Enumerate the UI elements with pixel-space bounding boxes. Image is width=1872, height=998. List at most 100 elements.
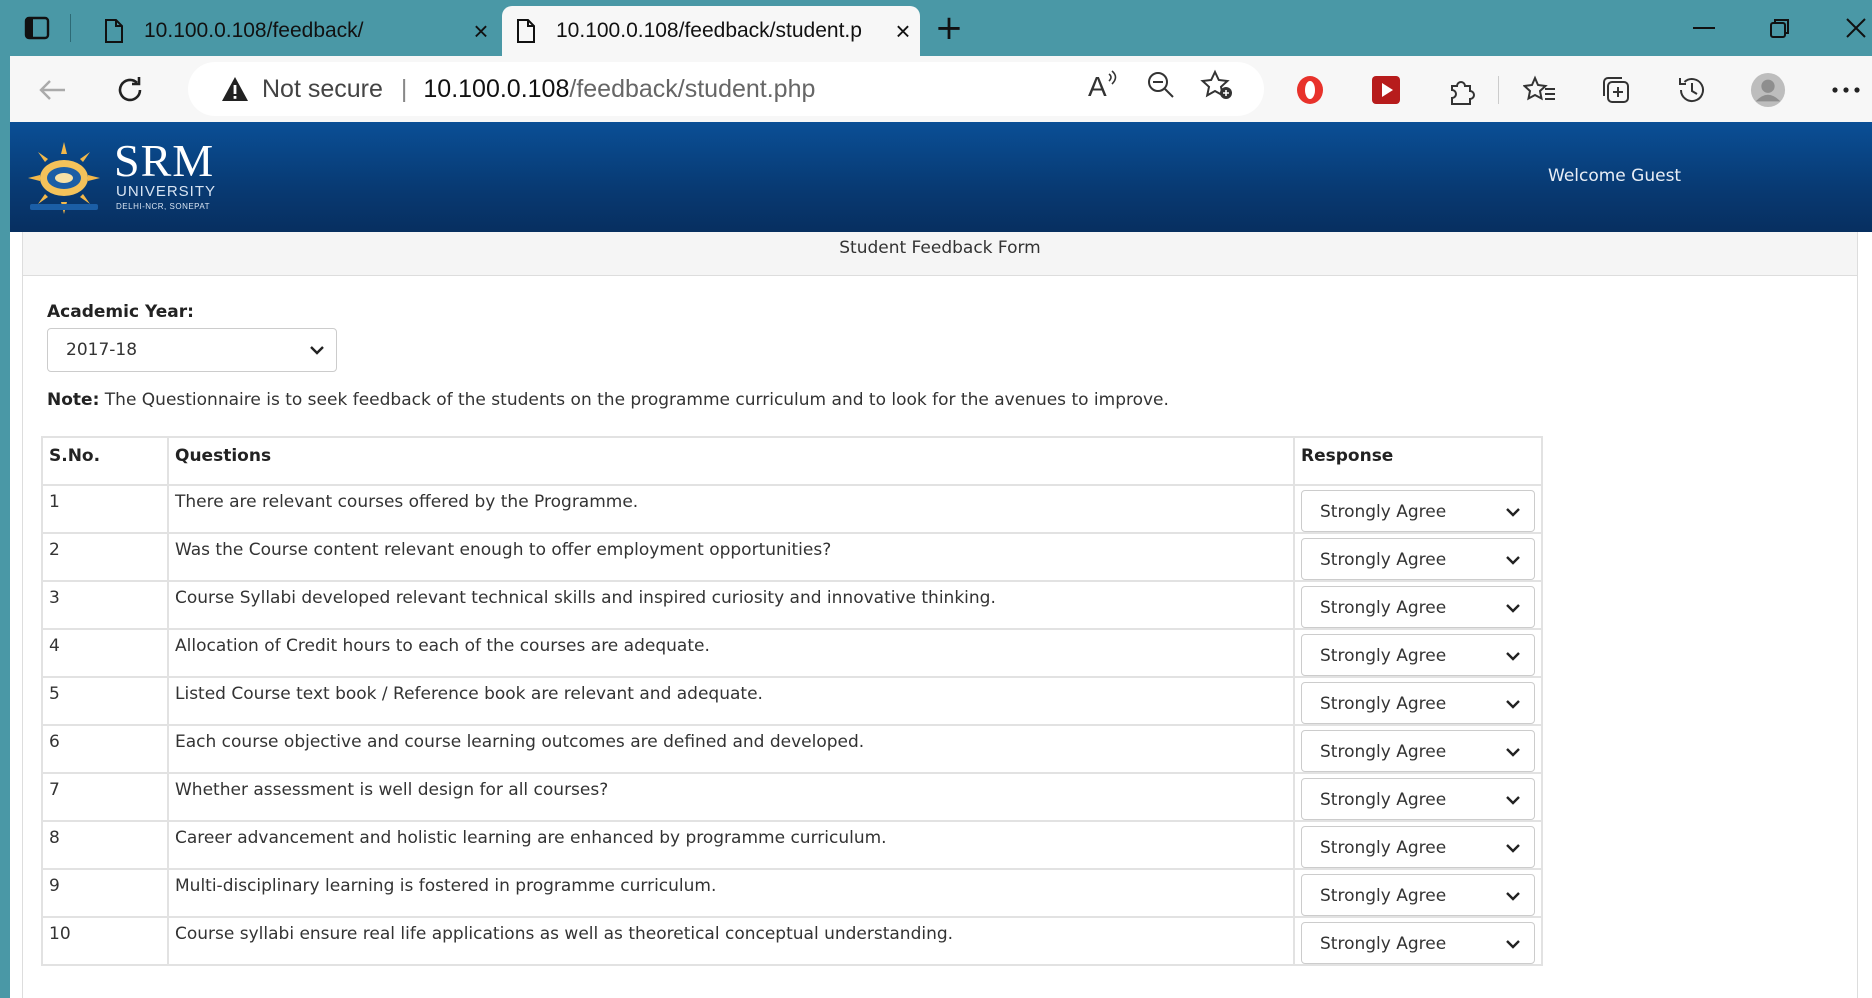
svg-text:A: A bbox=[1088, 71, 1107, 100]
row-sno: 10 bbox=[41, 916, 169, 966]
url-host: 10.100.0.108 bbox=[423, 74, 570, 103]
academic-year-label: Academic Year: bbox=[47, 302, 194, 322]
questions-table: S.No. Questions Response 1 There are rele… bbox=[41, 436, 1543, 966]
column-header-question: Questions bbox=[167, 436, 1295, 486]
note-label: Note: bbox=[47, 390, 100, 410]
window-frame bbox=[0, 0, 10, 998]
response-select[interactable]: Strongly Agree bbox=[1301, 586, 1535, 628]
profile-icon[interactable] bbox=[1750, 72, 1786, 108]
close-tab-icon[interactable]: × bbox=[464, 16, 498, 47]
response-value: Strongly Agree bbox=[1320, 550, 1447, 570]
response-select[interactable]: Strongly Agree bbox=[1301, 634, 1535, 676]
zoom-out-icon[interactable] bbox=[1144, 68, 1178, 102]
sun-emblem-icon bbox=[28, 142, 100, 214]
browser-tab-strip: 10.100.0.108/feedback/ × 10.100.0.108/fe… bbox=[0, 0, 1872, 56]
row-response-cell: Strongly Agree bbox=[1293, 868, 1543, 918]
response-select[interactable]: Strongly Agree bbox=[1301, 538, 1535, 580]
tab-student-feedback[interactable]: 10.100.0.108/feedback/student.p × bbox=[502, 6, 920, 56]
row-question: Career advancement and holistic learning… bbox=[167, 820, 1295, 870]
note-text: Note: The Questionnaire is to seek feedb… bbox=[47, 390, 1169, 410]
chevron-down-icon bbox=[1506, 556, 1520, 565]
close-window-icon[interactable] bbox=[1836, 10, 1872, 46]
row-response-cell: Strongly Agree bbox=[1293, 580, 1543, 630]
table-header-row: S.No. Questions Response bbox=[41, 436, 1543, 486]
column-header-sno: S.No. bbox=[41, 436, 169, 486]
row-question: There are relevant courses offered by th… bbox=[167, 484, 1295, 534]
plus-icon[interactable]: + bbox=[932, 8, 966, 48]
history-icon[interactable] bbox=[1674, 72, 1710, 108]
table-row: 8 Career advancement and holistic learnin… bbox=[41, 820, 1543, 870]
response-value: Strongly Agree bbox=[1320, 646, 1447, 666]
table-row: 5 Listed Course text book / Reference boo… bbox=[41, 676, 1543, 726]
row-question: Multi-disciplinary learning is fostered … bbox=[167, 868, 1295, 918]
academic-year-select[interactable]: 2017-18 bbox=[47, 328, 337, 372]
response-value: Strongly Agree bbox=[1320, 598, 1447, 618]
collections-icon[interactable] bbox=[1598, 72, 1634, 108]
response-select[interactable]: Strongly Agree bbox=[1301, 682, 1535, 724]
tab-feedback[interactable]: 10.100.0.108/feedback/ × bbox=[90, 6, 498, 56]
row-sno: 3 bbox=[41, 580, 169, 630]
column-header-response: Response bbox=[1293, 436, 1543, 486]
row-question: Was the Course content relevant enough t… bbox=[167, 532, 1295, 582]
row-sno: 7 bbox=[41, 772, 169, 822]
logo-name: SRM bbox=[114, 135, 215, 186]
response-select[interactable]: Strongly Agree bbox=[1301, 874, 1535, 916]
row-response-cell: Strongly Agree bbox=[1293, 772, 1543, 822]
row-response-cell: Strongly Agree bbox=[1293, 628, 1543, 678]
extensions-icon[interactable] bbox=[1444, 72, 1480, 108]
address-toolbar: Not secure | 10.100.0.108/feedback/stude… bbox=[10, 56, 1872, 122]
table-row: 2 Was the Course content relevant enough … bbox=[41, 532, 1543, 582]
row-sno: 4 bbox=[41, 628, 169, 678]
table-row: 4 Allocation of Credit hours to each of t… bbox=[41, 628, 1543, 678]
welcome-text: Welcome Guest bbox=[1548, 166, 1682, 186]
add-favorite-icon[interactable] bbox=[1200, 68, 1234, 102]
srm-logo[interactable]: SRM UNIVERSITY DELHI-NCR, SONEPAT bbox=[24, 135, 244, 216]
back-arrow-icon[interactable] bbox=[32, 70, 72, 110]
row-response-cell: Strongly Agree bbox=[1293, 916, 1543, 966]
refresh-icon[interactable] bbox=[110, 70, 150, 110]
row-question: Listed Course text book / Reference book… bbox=[167, 676, 1295, 726]
response-select[interactable]: Strongly Agree bbox=[1301, 490, 1535, 532]
favorites-icon[interactable] bbox=[1522, 72, 1558, 108]
response-select[interactable]: Strongly Agree bbox=[1301, 778, 1535, 820]
url-path: /feedback/student.php bbox=[569, 74, 816, 103]
response-select[interactable]: Strongly Agree bbox=[1301, 730, 1535, 772]
chevron-down-icon bbox=[1506, 940, 1520, 949]
tab-title: 10.100.0.108/feedback/ bbox=[144, 19, 364, 42]
table-row: 7 Whether assessment is well design for a… bbox=[41, 772, 1543, 822]
restore-icon[interactable] bbox=[1760, 10, 1800, 46]
youtube-icon[interactable] bbox=[1368, 72, 1404, 108]
response-select[interactable]: Strongly Agree bbox=[1301, 922, 1535, 964]
table-row: 10 Course syllabi ensure real life applic… bbox=[41, 916, 1543, 966]
opera-icon[interactable] bbox=[1292, 72, 1328, 108]
response-value: Strongly Agree bbox=[1320, 838, 1447, 858]
academic-year-value: 2017-18 bbox=[66, 340, 138, 360]
row-sno: 8 bbox=[41, 820, 169, 870]
response-value: Strongly Agree bbox=[1320, 934, 1447, 954]
chevron-down-icon bbox=[1506, 748, 1520, 757]
warning-icon[interactable] bbox=[220, 75, 250, 103]
minimize-icon[interactable] bbox=[1684, 10, 1724, 46]
more-icon[interactable] bbox=[1828, 72, 1864, 108]
logo-line2: DELHI-NCR, SONEPAT bbox=[116, 202, 211, 211]
note-body: The Questionnaire is to seek feedback of… bbox=[99, 390, 1169, 410]
row-question: Allocation of Credit hours to each of th… bbox=[167, 628, 1295, 678]
close-tab-icon[interactable]: × bbox=[886, 16, 920, 47]
row-response-cell: Strongly Agree bbox=[1293, 676, 1543, 726]
table-row: 3 Course Syllabi developed relevant techn… bbox=[41, 580, 1543, 630]
tab-title: 10.100.0.108/feedback/student.p bbox=[556, 19, 862, 42]
response-value: Strongly Agree bbox=[1320, 742, 1447, 762]
form-title: Student Feedback Form bbox=[23, 232, 1857, 276]
response-value: Strongly Agree bbox=[1320, 790, 1447, 810]
chevron-down-icon bbox=[1506, 796, 1520, 805]
tab-actions-icon[interactable] bbox=[20, 12, 54, 44]
row-question: Course syllabi ensure real life applicat… bbox=[167, 916, 1295, 966]
row-sno: 5 bbox=[41, 676, 169, 726]
row-sno: 2 bbox=[41, 532, 169, 582]
questions-body: 1 There are relevant courses offered by t… bbox=[41, 484, 1543, 966]
chevron-down-icon bbox=[1506, 700, 1520, 709]
read-aloud-icon[interactable]: A bbox=[1086, 68, 1120, 102]
chevron-down-icon bbox=[1506, 652, 1520, 661]
table-row: 1 There are relevant courses offered by t… bbox=[41, 484, 1543, 534]
response-select[interactable]: Strongly Agree bbox=[1301, 826, 1535, 868]
